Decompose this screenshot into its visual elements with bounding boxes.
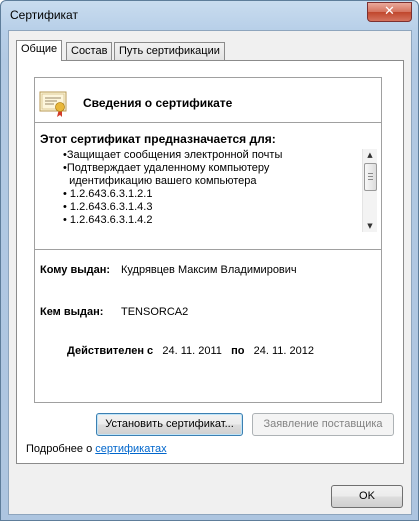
valid-to-label: по (231, 345, 245, 357)
title-bar: Сертификат ✕ (1, 1, 418, 29)
list-item: идентификацию вашего компьютера (63, 175, 257, 187)
general-tab-panel: Сведения о сертификате Этот сертификат п… (16, 60, 404, 464)
purpose-list: •Защищает сообщения электронной почты •П… (63, 149, 363, 234)
list-item: •Защищает сообщения электронной почты (63, 149, 283, 161)
certificate-window: Сертификат ✕ Общие Состав Путь сертифика… (0, 0, 419, 521)
certificate-info-box: Сведения о сертификате Этот сертификат п… (34, 77, 382, 403)
grip-line (368, 173, 373, 174)
issuer-statement-button[interactable]: Заявление поставщика (252, 413, 394, 436)
tab-certification-path[interactable]: Путь сертификации (114, 42, 225, 60)
list-item: • 1.2.643.6.3.1.4.2 (63, 214, 153, 226)
more-info-text: Подробнее о сертификатах (26, 443, 167, 455)
list-item: •Подтверждает удаленному компьютеру (63, 162, 270, 174)
install-certificate-button[interactable]: Установить сертификат... (96, 413, 243, 436)
window-title: Сертификат (10, 8, 78, 22)
list-item: • 1.2.643.6.3.1.2.1 (63, 188, 153, 200)
dialog-client-area: Общие Состав Путь сертификации Сведения … (8, 30, 412, 515)
divider (35, 122, 381, 123)
certificates-link[interactable]: сертификатах (95, 443, 166, 455)
more-info-prefix: Подробнее о (26, 443, 96, 455)
grip-line (368, 179, 373, 180)
valid-from-label: Действителен с (67, 345, 154, 357)
info-heading: Сведения о сертификате (83, 96, 233, 110)
certificate-icon (39, 91, 67, 117)
issued-by-label: Кем выдан: (40, 306, 104, 318)
close-icon: ✕ (384, 4, 395, 19)
issued-to-label: Кому выдан: (40, 264, 111, 276)
close-button[interactable]: ✕ (367, 2, 412, 22)
scroll-thumb[interactable] (364, 163, 377, 191)
ok-button[interactable]: OK (331, 485, 403, 508)
scroll-up-arrow-icon[interactable]: ▲ (363, 149, 377, 161)
valid-to-date: 24. 11. 2012 (253, 345, 314, 357)
issued-to-value: Кудрявцев Максим Владимирович (121, 264, 297, 276)
issued-by-value: TENSORCA2 (121, 306, 189, 318)
tab-general[interactable]: Общие (16, 40, 63, 61)
validity-period: Действителен с 24. 11. 2011 по 24. 11. 2… (67, 345, 314, 357)
purpose-title: Этот сертификат предназначается для: (40, 132, 276, 146)
purpose-scrollbar[interactable]: ▲ ▼ (362, 149, 377, 232)
valid-from-date: 24. 11. 2011 (162, 345, 222, 357)
divider (35, 249, 381, 250)
tab-details[interactable]: Состав (66, 42, 113, 60)
list-item: • 1.2.643.6.3.1.4.3 (63, 201, 153, 213)
scroll-down-arrow-icon[interactable]: ▼ (363, 220, 377, 232)
grip-line (368, 176, 373, 177)
